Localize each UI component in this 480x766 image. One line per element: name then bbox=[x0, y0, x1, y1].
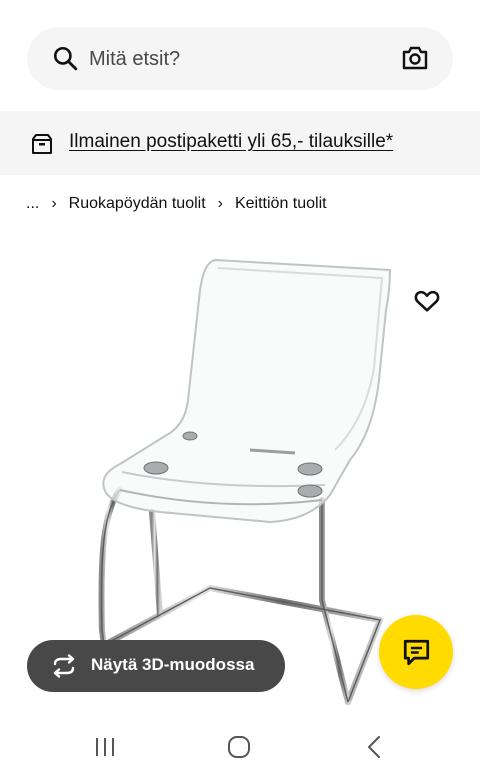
chat-button[interactable] bbox=[379, 615, 453, 689]
breadcrumb-item-dining-chairs[interactable]: Ruokapöydän tuolit bbox=[69, 195, 206, 213]
chat-icon bbox=[403, 639, 430, 666]
home-icon[interactable] bbox=[227, 735, 251, 759]
breadcrumb-ellipsis[interactable]: ... bbox=[26, 195, 39, 213]
breadcrumb-separator: › bbox=[217, 195, 223, 212]
promo-banner: Ilmainen postipaketti yli 65,- tilauksil… bbox=[0, 111, 480, 175]
camera-icon[interactable] bbox=[401, 45, 429, 71]
back-icon[interactable] bbox=[365, 735, 383, 759]
rotate-icon bbox=[53, 654, 75, 678]
system-nav-bar bbox=[0, 726, 480, 766]
breadcrumb-separator: › bbox=[51, 195, 57, 212]
search-input[interactable] bbox=[89, 39, 389, 79]
recent-apps-icon[interactable] bbox=[93, 736, 117, 758]
heart-icon[interactable] bbox=[413, 287, 441, 315]
box-icon bbox=[32, 134, 52, 154]
view-3d-button[interactable]: Näytä 3D-muodossa bbox=[27, 640, 285, 692]
free-shipping-link[interactable]: Ilmainen postipaketti yli 65,- tilauksil… bbox=[69, 131, 393, 153]
breadcrumb-item-kitchen-chairs[interactable]: Keittiön tuolit bbox=[235, 195, 327, 213]
breadcrumb: ... › Ruokapöydän tuolit › Keittiön tuol… bbox=[26, 193, 327, 215]
view-3d-label: Näytä 3D-muodossa bbox=[91, 655, 255, 674]
search-icon bbox=[53, 46, 78, 71]
search-bar[interactable] bbox=[27, 27, 453, 90]
